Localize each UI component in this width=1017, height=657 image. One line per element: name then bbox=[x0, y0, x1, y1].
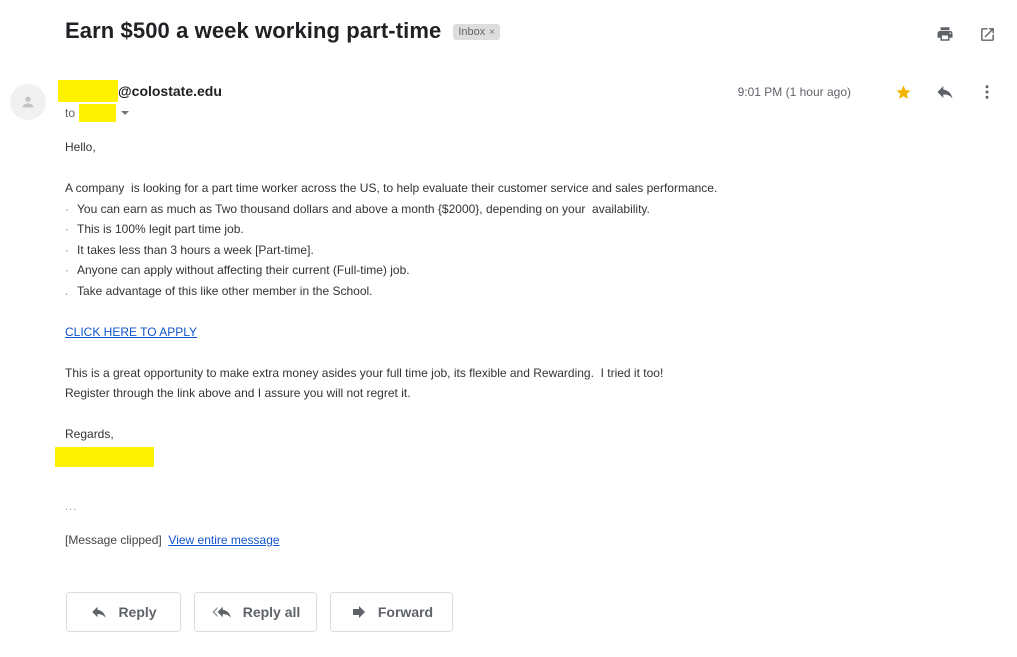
bullet-item: · This is 100% legit part time job. bbox=[65, 219, 965, 240]
reply-all-button-label: Reply all bbox=[242, 604, 301, 620]
open-new-window-button[interactable] bbox=[977, 24, 997, 44]
external-link-icon bbox=[980, 27, 994, 41]
bullet-marker: · bbox=[65, 222, 69, 236]
bullet-item: . Take advantage of this like other membe… bbox=[65, 281, 965, 302]
apply-link[interactable]: CLICK HERE TO APPLY bbox=[65, 325, 197, 339]
timestamp: 9:01 PM (1 hour ago) bbox=[737, 85, 851, 99]
show-trimmed-content[interactable]: ... bbox=[65, 497, 965, 518]
message-meta: 9:01 PM (1 hour ago) bbox=[738, 82, 997, 102]
star-icon bbox=[895, 84, 911, 99]
bullet-text: Take advantage of this like other member… bbox=[77, 283, 373, 298]
person-icon bbox=[22, 96, 34, 108]
sender-line: @colostate.edu bbox=[58, 80, 222, 102]
reply-all-button[interactable]: Reply all bbox=[194, 592, 317, 632]
sender-email[interactable]: @colostate.edu bbox=[118, 83, 222, 99]
more-options-button[interactable] bbox=[977, 82, 997, 102]
forward-button[interactable]: Forward bbox=[330, 592, 453, 632]
bullet-marker: . bbox=[65, 283, 69, 298]
thread-actions bbox=[935, 24, 997, 44]
bullet-item: · You can earn as much as Two thousand do… bbox=[65, 199, 965, 220]
view-entire-message-link[interactable]: View entire message bbox=[168, 533, 279, 547]
message-clipped-note: [Message clipped] bbox=[65, 532, 162, 547]
sender-avatar[interactable] bbox=[10, 84, 46, 120]
forward-button-label: Forward bbox=[377, 604, 434, 620]
print-button[interactable] bbox=[935, 24, 955, 44]
to-label: to bbox=[65, 106, 76, 120]
subject-row: Earn $500 a week working part-time Inbox… bbox=[65, 18, 501, 44]
recipient-line: to bbox=[65, 104, 130, 122]
bullet-text: This is 100% legit part time job. bbox=[77, 222, 244, 236]
closing-line-2: Register through the link above and I as… bbox=[65, 386, 411, 400]
email-subject: Earn $500 a week working part-time bbox=[65, 18, 442, 43]
intro-paragraph: A company is looking for a part time wor… bbox=[65, 181, 718, 195]
printer-icon bbox=[937, 27, 953, 41]
reply-icon bbox=[92, 606, 107, 618]
reply-all-icon bbox=[211, 606, 231, 618]
bullet-item: · It takes less than 3 hours a week [Part… bbox=[65, 240, 965, 261]
more-vertical-icon bbox=[985, 85, 989, 99]
label-chip-text: Inbox bbox=[458, 26, 486, 38]
closing-line-1: This is a great opportunity to make extr… bbox=[65, 365, 664, 380]
sender-name-redaction bbox=[58, 80, 118, 102]
signoff: Regards, bbox=[65, 427, 114, 441]
message-body: Hello, A company is looking for a part t… bbox=[55, 137, 965, 550]
bullet-marker: · bbox=[65, 263, 69, 277]
bullet-text: It takes less than 3 hours a week [Part-… bbox=[77, 242, 314, 257]
reply-icon bbox=[937, 86, 953, 99]
star-button[interactable] bbox=[893, 82, 913, 102]
bullet-item: · Anyone can apply without affecting thei… bbox=[65, 260, 965, 281]
bullet-marker: · bbox=[65, 242, 69, 257]
footer-actions: Reply Reply all Forward bbox=[66, 592, 453, 632]
reply-button[interactable]: Reply bbox=[66, 592, 181, 632]
reply-icon-button[interactable] bbox=[935, 82, 955, 102]
bullet-text: Anyone can apply without affecting their… bbox=[77, 263, 410, 277]
forward-icon bbox=[352, 606, 365, 618]
remove-label-icon[interactable]: × bbox=[489, 27, 495, 38]
greeting: Hello, bbox=[65, 140, 96, 154]
recipient-redaction bbox=[79, 104, 117, 122]
signature-redaction bbox=[55, 446, 154, 467]
bullet-text: You can earn as much as Two thousand dol… bbox=[77, 201, 650, 216]
show-details-caret-icon[interactable] bbox=[121, 111, 130, 115]
bullet-marker: · bbox=[65, 201, 69, 216]
label-chip-inbox[interactable]: Inbox × bbox=[453, 24, 501, 40]
reply-button-label: Reply bbox=[118, 604, 157, 620]
